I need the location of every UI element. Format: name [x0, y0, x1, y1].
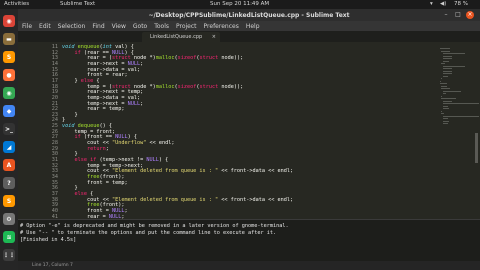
minimap-line: [442, 68, 453, 69]
menu-bar: File Edit Selection Find View Goto Tools Projec…: [18, 21, 480, 31]
menu-item-file[interactable]: File: [22, 23, 32, 30]
editor-icon[interactable]: S: [3, 195, 15, 207]
minimap-line: [442, 65, 466, 67]
vscode-icon[interactable]: ◢: [3, 141, 15, 153]
minimap-line: [442, 55, 453, 57]
minimap-line: [442, 108, 449, 109]
title-bar: ~/Desktop/CPPSublime/LinkedListQueue.cpp…: [18, 9, 480, 21]
scrollbar-thumb[interactable]: [475, 133, 478, 163]
minimap-line: [441, 85, 448, 87]
minimap[interactable]: [438, 44, 480, 224]
status-bar: Line 17, Column 7: [18, 261, 480, 270]
app-icon[interactable]: ◆: [3, 105, 15, 117]
volume-icon[interactable]: ◀): [440, 1, 446, 7]
minimap-line: [442, 58, 452, 59]
menu-item-find[interactable]: Find: [92, 23, 104, 30]
line-number-gutter: 11 12 13 14 15 16 17 18 19 20 21 22 23 24 25 26 27 28 29 30…: [18, 44, 58, 220]
chrome-icon[interactable]: ◉: [3, 15, 15, 27]
minimap-line: [441, 88, 451, 89]
minimap-line: [442, 123, 449, 124]
minimap-line: [442, 120, 449, 122]
minimap-line: [442, 53, 466, 54]
menu-item-goto[interactable]: Goto: [133, 23, 147, 30]
output-line: [Finished in 4.5s]: [20, 237, 77, 243]
menu-item-help[interactable]: Help: [246, 23, 260, 30]
minimap-line: [442, 103, 479, 104]
menu-item-preferences[interactable]: Preferences: [204, 23, 239, 30]
minimap-line: [441, 113, 445, 114]
minimap-line: [442, 60, 449, 62]
menu-item-view[interactable]: View: [112, 23, 126, 30]
editor-window: ~/Desktop/CPPSublime/LinkedListQueue.cpp…: [18, 9, 480, 270]
tab-label: LinkedListQueue.cpp: [150, 34, 203, 40]
settings-icon[interactable]: ⚙: [3, 213, 15, 225]
menu-item-project[interactable]: Project: [176, 23, 197, 30]
minimap-line: [441, 98, 457, 99]
close-icon[interactable]: ×: [466, 11, 474, 19]
firefox-icon[interactable]: ●: [3, 69, 15, 81]
tab-close-icon[interactable]: ×: [212, 32, 216, 42]
minimap-line: [442, 93, 446, 94]
minimap-line: [442, 73, 453, 74]
minimap-line: [441, 50, 450, 52]
help-icon[interactable]: ?: [3, 177, 15, 189]
cursor-position: Line 17, Column 7: [32, 263, 73, 268]
top-bar: Activities Sublime Text Sun Sep 20 11:49…: [0, 0, 480, 9]
sublime-icon[interactable]: S: [3, 51, 15, 63]
minimap-line: [442, 90, 461, 92]
chrome-alt-icon[interactable]: ◉: [3, 87, 15, 99]
minimap-line: [442, 100, 453, 102]
output-line: # Option "-e" is deprecated and might be…: [20, 223, 289, 229]
build-output-panel: # Option "-e" is deprecated and might be…: [18, 219, 480, 262]
window-title: ~/Desktop/CPPSublime/LinkedListQueue.cpp…: [148, 12, 350, 19]
tab-linkedlistqueue[interactable]: LinkedListQueue.cpp ×: [142, 32, 220, 42]
terminal-icon[interactable]: >_: [3, 123, 15, 135]
software-icon[interactable]: A: [3, 159, 15, 171]
minimap-line: [442, 115, 479, 117]
maximize-icon[interactable]: □: [454, 11, 462, 19]
menu-item-tools[interactable]: Tools: [154, 23, 169, 30]
dock: ◉ ▬ S ● ◉ ◆ >_ ◢ A? S ⚙ ≋ ⋮⋮: [0, 9, 18, 270]
code-area[interactable]: void enqueue(int val) { if (rear == NULL…: [62, 44, 377, 219]
minimize-icon[interactable]: –: [442, 11, 450, 19]
minimap-line: [442, 118, 449, 119]
minimap-line: [440, 48, 451, 49]
files-icon[interactable]: ▬: [3, 33, 15, 45]
output-line: # Use "-- " to terminate the options and…: [20, 230, 277, 236]
minimap-line: [442, 70, 452, 72]
minimap-line: [442, 75, 449, 77]
spotify-icon[interactable]: ≋: [3, 231, 15, 243]
tab-bar: LinkedListQueue.cpp ×: [18, 31, 480, 42]
app-menu[interactable]: Sublime Text: [60, 1, 95, 7]
minimap-line: [442, 105, 449, 107]
menu-item-edit[interactable]: Edit: [39, 23, 51, 30]
activities-button[interactable]: Activities: [4, 1, 29, 7]
menu-item-selection[interactable]: Selection: [58, 23, 86, 30]
minimap-line: [440, 83, 448, 84]
minimap-line: [441, 63, 445, 64]
show-apps-icon[interactable]: ⋮⋮: [3, 249, 15, 261]
clock[interactable]: Sun Sep 20 11:49 AM: [210, 1, 269, 7]
battery-status[interactable]: 78 %: [454, 1, 468, 7]
network-icon[interactable]: ▾: [430, 1, 433, 7]
